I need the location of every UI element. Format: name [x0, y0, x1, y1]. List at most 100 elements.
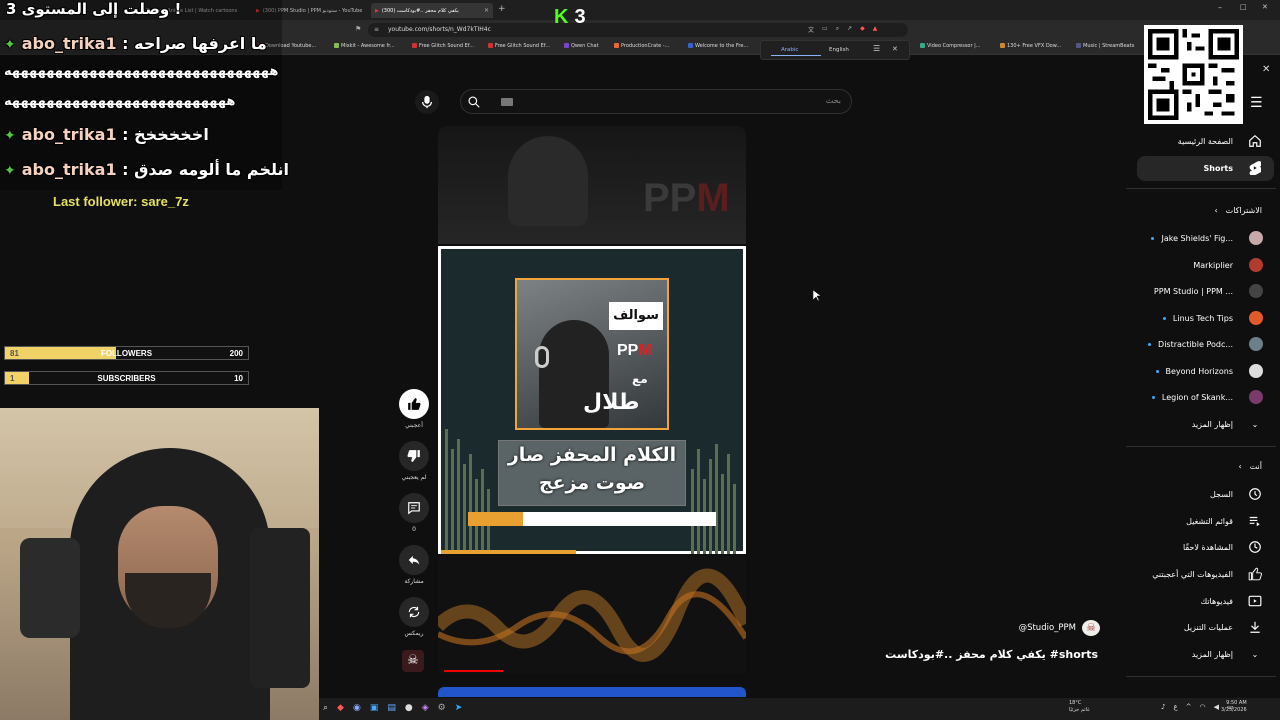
sidebar-subscription[interactable]: Legion of Skank...	[1151, 386, 1263, 408]
sidebar-item-playlists[interactable]: قوائم التشغيل	[1186, 510, 1263, 532]
discord-icon[interactable]: ◉	[353, 703, 361, 713]
chat-message: هههههههههههههههههههههههههههههههه	[4, 64, 278, 79]
brave-shield-icon[interactable]: ◆	[860, 25, 865, 35]
maximize-icon[interactable]: □	[1240, 3, 1247, 11]
subscriptions-header[interactable]: ‹ الاشتراكات	[1214, 206, 1262, 215]
remix-button[interactable]: ريمكس	[398, 597, 430, 637]
bookmark[interactable]: Qwen Chat	[564, 43, 599, 49]
bookmark-icon[interactable]: ⚑	[355, 25, 361, 33]
sidebar-subscription[interactable]: Linus Tech Tips	[1162, 307, 1263, 329]
sidebar-subscription[interactable]: Distractible Podc...	[1148, 333, 1263, 355]
divider	[1126, 188, 1276, 189]
channel-avatar	[1249, 258, 1263, 272]
watched-progress-bar[interactable]	[444, 670, 504, 672]
audio-track-avatar[interactable]: ☠	[402, 650, 424, 672]
zoom-icon[interactable]: ⌕	[836, 25, 839, 35]
weather-widget[interactable]: 18°C غائم جزئيًا	[1069, 700, 1090, 714]
qr-code	[1144, 25, 1243, 124]
minimize-icon[interactable]: –	[1218, 3, 1222, 12]
microphone-icon[interactable]: ♪	[1161, 703, 1165, 711]
comments-button[interactable]: 0	[398, 493, 430, 533]
bookmark[interactable]: Free Glitch Sound Ef...	[412, 43, 474, 49]
search-box[interactable]: بحث	[460, 89, 852, 114]
sidebar-subscription[interactable]: PPM Studio | PPM ...	[1154, 280, 1263, 302]
close-panel-icon[interactable]: ✕	[1262, 64, 1270, 75]
podcast-thumbnail: سوالف PPM مع طلال	[515, 278, 669, 430]
sidebar-subscription[interactable]: Markiplier	[1193, 254, 1263, 276]
followers-label: FOLLOWERS	[100, 349, 153, 358]
clock[interactable]: 9:50 AM 3/25/2026	[1221, 700, 1247, 714]
share-icon[interactable]: ↗	[847, 25, 852, 35]
menu-icon[interactable]: ☰	[873, 44, 880, 53]
browser-tab-active[interactable]: ▶ (300) يكفي كلام محفز ..#بودكاست ✕	[371, 3, 493, 18]
close-icon[interactable]: ✕	[892, 45, 898, 53]
you-header[interactable]: ‹ أنت	[1238, 462, 1262, 471]
followers-goal: 200	[229, 349, 243, 358]
bookmark[interactable]: ProductionCrate -...	[614, 43, 669, 49]
channel-handle[interactable]: @Studio_PPM	[1019, 623, 1076, 633]
sidebar-item-liked-videos[interactable]: الفيديوهات التي أعجبتني	[1152, 563, 1263, 585]
network-icon[interactable]: ◠	[1200, 703, 1206, 711]
chat-message: ✦ abo_trika1 : اخخخخخخ	[4, 125, 209, 144]
telegram-icon[interactable]: ➤	[455, 703, 463, 713]
hamburger-menu-icon[interactable]: ☰	[1250, 95, 1263, 111]
sidebar-subscription[interactable]: Beyond Horizons	[1155, 360, 1263, 382]
settings-icon[interactable]: ⚙	[438, 703, 446, 713]
app-icon[interactable]: ▣	[370, 703, 379, 713]
dislike-button[interactable]: لم يعجبني	[398, 441, 430, 481]
kick-counter: K3	[554, 6, 586, 29]
translate-target-lang[interactable]: English	[829, 47, 849, 53]
app-icon[interactable]: ◈	[422, 703, 429, 713]
keyboard-icon[interactable]	[501, 98, 513, 106]
like-button[interactable]: أعجبني	[398, 389, 430, 429]
sidebar-item-label: قوائم التشغيل	[1186, 516, 1233, 526]
translate-source-lang[interactable]: Arabic	[781, 47, 798, 53]
obs-icon[interactable]: ●	[405, 703, 413, 713]
new-content-dot	[1162, 316, 1166, 320]
volume-icon[interactable]: ◀	[1214, 703, 1219, 711]
app-icon[interactable]: ▤	[387, 703, 396, 713]
close-tab-icon[interactable]: ✕	[484, 7, 489, 14]
sidebar-item-downloads[interactable]: عمليات التنزيل	[1184, 616, 1263, 638]
brave-icon[interactable]: ◆	[337, 703, 344, 713]
search-icon[interactable]: ⌕	[323, 703, 328, 713]
thumbs-up-icon	[1247, 566, 1263, 582]
show-more-you[interactable]: إظهار المزيد ⌄	[1192, 643, 1263, 665]
close-window-icon[interactable]: ✕	[1262, 3, 1268, 11]
sidebar-subscription[interactable]: Jake Shields' Fig...	[1151, 227, 1263, 249]
cast-icon[interactable]: ▭	[822, 25, 828, 35]
chevron-up-icon[interactable]: ^	[1186, 703, 1192, 711]
previous-short-preview[interactable]: PPM	[438, 126, 746, 244]
search-icon[interactable]	[467, 95, 481, 109]
bookmark[interactable]: Video Compressor |...	[920, 43, 981, 49]
translate-icon[interactable]: 文	[808, 25, 814, 35]
sidebar-item-watch-later[interactable]: المشاهدة لاحقًا	[1183, 536, 1263, 558]
bookmark[interactable]: Free Glitch Sound Ef...	[488, 43, 550, 49]
channel-avatar[interactable]: ☠	[1082, 620, 1100, 636]
share-button[interactable]: مشاركة	[398, 545, 430, 585]
channel-avatar	[1249, 337, 1263, 351]
chat-message: ✦ abo_trika1 : ما اعرفها صراحه	[4, 34, 267, 53]
sidebar-item-home[interactable]: الصفحة الرئيسية	[1178, 130, 1263, 152]
bookmark[interactable]: Music | StreamBeats	[1076, 43, 1134, 49]
voice-search-button[interactable]	[415, 90, 439, 114]
like-label: أعجبني	[405, 422, 423, 429]
microphone-icon	[421, 95, 433, 109]
site-info-icon[interactable]: ≡	[374, 23, 379, 37]
next-short-preview[interactable]	[438, 556, 746, 674]
sidebar-item-your-videos[interactable]: فيديوهاتك	[1201, 590, 1263, 612]
language-icon[interactable]: ع	[1173, 703, 1177, 711]
weather-condition: غائم جزئيًا	[1069, 707, 1090, 713]
chevron-left-icon: ‹	[1238, 462, 1242, 471]
new-tab-icon[interactable]: +	[498, 4, 506, 14]
bookmark[interactable]: Mixkit - Awesome fr...	[334, 43, 395, 49]
clock-time: 9:50 AM	[1226, 700, 1247, 706]
rewards-icon[interactable]: ▲	[873, 25, 878, 35]
sidebar-item-history[interactable]: السجل	[1210, 483, 1263, 505]
url-actions: 文 ▭ ⌕ ↗ ◆ ▲	[808, 25, 908, 35]
preview-waveform	[438, 568, 746, 662]
show-more-subscriptions[interactable]: إظهار المزيد ⌄	[1192, 413, 1263, 435]
bookmark[interactable]: 130+ Free VFX Dow...	[1000, 43, 1061, 49]
sidebar-item-shorts[interactable]: Shorts	[1204, 157, 1263, 179]
bookmark[interactable]: Welcome to the Fre...	[688, 43, 748, 49]
